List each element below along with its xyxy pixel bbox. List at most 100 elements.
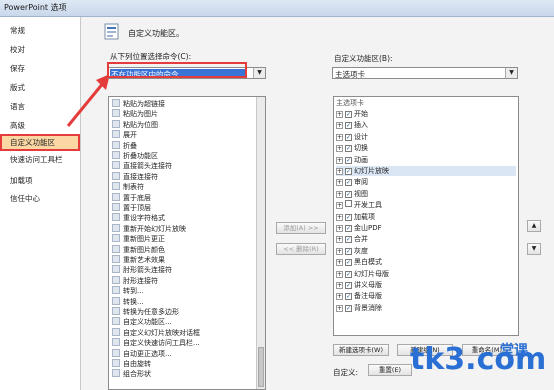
expand-icon[interactable]: + [336,122,343,130]
tree-item[interactable]: + ✓ 视图 [336,189,516,199]
tree-item[interactable]: + ✓ 灰度 [336,246,516,256]
list-item[interactable]: 粘贴为图片 [112,109,158,119]
expand-icon[interactable]: + [336,225,343,232]
checkbox[interactable]: ✓ [345,293,352,301]
expand-icon[interactable]: + [336,304,343,312]
checkbox[interactable]: ✓ [345,111,352,118]
chevron-down-icon[interactable]: ▼ [505,68,517,78]
scroll-thumb[interactable] [258,347,264,387]
tree-item[interactable]: + ✓ 备注母版 [336,291,516,301]
checkbox[interactable]: ✓ [345,168,352,175]
nav-item-proofing[interactable]: 校对 [0,41,80,59]
command-icon [112,223,120,232]
list-item[interactable]: 折叠功能区 [112,151,158,161]
expand-icon[interactable]: + [336,190,343,198]
checkbox[interactable] [345,200,352,208]
list-item[interactable]: 自定义功能区... [112,317,172,327]
list-item[interactable]: 折叠 [112,140,137,151]
checkbox[interactable]: ✓ [345,190,352,198]
checkbox[interactable]: ✓ [345,179,352,187]
tree-item[interactable]: + ✓ 切换 [336,143,516,153]
list-item[interactable]: 自定义快速访问工具栏... [112,338,200,348]
tree-item[interactable]: + 开发工具 [336,200,516,210]
list-item[interactable]: 自定义幻灯片放映对话框 [112,327,200,338]
tree-item[interactable]: + ✓ 金山PDF [336,223,516,233]
expand-icon[interactable]: + [336,202,343,210]
customize-ribbon-combo[interactable]: 主选项卡 ▼ [332,67,518,79]
commands-scrollbar[interactable] [256,97,265,389]
checkbox[interactable]: ✓ [345,270,352,278]
checkbox[interactable]: ✓ [345,304,352,312]
list-item[interactable]: 重新图片更正 [112,234,165,244]
remove-button[interactable]: << 删除(R) [276,243,326,255]
expand-icon[interactable]: + [336,111,343,118]
expand-icon[interactable]: + [336,282,343,289]
list-item[interactable]: 展开 [112,130,137,140]
list-item[interactable]: 自由旋转 [112,359,151,369]
expand-icon[interactable]: + [336,270,343,278]
checkbox[interactable]: ✓ [345,236,352,244]
list-item[interactable]: 转换... [112,296,144,307]
tree-item[interactable]: + ✓ 合并 [336,234,516,244]
list-item[interactable]: 组合形状 [112,369,151,379]
reset-button[interactable]: 重置(E) [368,364,412,376]
expand-icon[interactable]: + [336,168,343,175]
chevron-down-icon[interactable]: ▼ [253,68,265,78]
expand-icon[interactable]: + [336,179,343,187]
tree-item[interactable]: + ✓ 加载项 [336,212,516,222]
checkbox[interactable]: ✓ [345,145,352,153]
list-item[interactable]: 转到... [112,286,144,296]
move-up-button[interactable]: ▲ [527,220,541,232]
tree-item[interactable]: + ✓ 插入 [336,120,516,130]
list-item[interactable]: 重新图片颜色 [112,244,165,255]
checkbox[interactable]: ✓ [345,259,352,267]
list-item[interactable]: 粘贴为位图 [112,119,158,130]
commands-list[interactable]: 粘贴为超链接 粘贴为图片 粘贴为位图 展开 折叠 折叠功能区 直接箭头连接符 直接连接符 制表符… [108,96,266,390]
expand-icon[interactable]: + [336,156,343,164]
expand-icon[interactable]: + [336,247,343,255]
nav-item-general[interactable]: 常规 [0,22,80,40]
list-item[interactable]: 置于顶层 [112,203,151,213]
list-item[interactable]: 制表符 [112,182,144,192]
tree-item[interactable]: + ✓ 幻灯片母版 [336,269,516,279]
list-item[interactable]: 自动更正选项... [112,348,172,359]
list-item[interactable]: 直接箭头连接符 [112,161,172,171]
tree-item[interactable]: + ✓ 动画 [336,155,516,165]
list-item[interactable]: 肘形连接符 [112,275,158,286]
list-item[interactable]: 粘贴为超链接 [112,99,165,109]
tree-item[interactable]: + ✓ 背景消除 [336,303,516,313]
nav-item-quick-access[interactable]: 快速访问工具栏 [0,151,80,169]
checkbox[interactable]: ✓ [345,122,352,130]
expand-icon[interactable]: + [336,133,343,141]
ribbon-tree[interactable]: 主选项卡 + ✓ 开始 + ✓ 插入 + ✓ 设计 + ✓ 切换 + ✓ 动画 + ✓ 幻灯片放映 + ✓ 审阅 + ✓ 视图… [333,96,519,336]
expand-icon[interactable]: + [336,293,343,301]
list-item[interactable]: 重新开始幻灯片放映 [112,223,186,234]
list-item[interactable]: 重新艺术效果 [112,255,165,265]
add-button[interactable]: 添加(A) >> [276,222,326,234]
expand-icon[interactable]: + [336,236,343,244]
checkbox[interactable]: ✓ [345,156,352,164]
tree-item[interactable]: + ✓ 讲义母版 [336,280,516,290]
tree-item[interactable]: + ✓ 审阅 [336,177,516,187]
checkbox[interactable]: ✓ [345,133,352,141]
expand-icon[interactable]: + [336,259,343,267]
checkbox[interactable]: ✓ [345,247,352,255]
nav-item-trust-center[interactable]: 信任中心 [0,190,80,208]
expand-icon[interactable]: + [336,213,343,221]
checkbox[interactable]: ✓ [345,213,352,221]
tree-item[interactable]: + ✓ 设计 [336,132,516,142]
tree-item[interactable]: + ✓ 黑白模式 [336,257,516,267]
checkbox[interactable]: ✓ [345,282,352,289]
tree-item[interactable]: + ✓ 开始 [336,109,516,119]
list-item[interactable]: 转换为任意多边形 [112,307,179,317]
list-item[interactable]: 直接连接符 [112,171,158,182]
nav-item-addins[interactable]: 加载项 [0,172,80,190]
new-tab-button[interactable]: 新建选项卡(W) [333,344,389,356]
checkbox[interactable]: ✓ [345,225,352,232]
list-item[interactable]: 重设字符格式 [112,213,165,223]
move-down-button[interactable]: ▼ [527,243,541,255]
tree-item[interactable]: + ✓ 幻灯片放映 [336,166,516,176]
list-item[interactable]: 肘形箭头连接符 [112,265,172,275]
list-item[interactable]: 置于底层 [112,192,151,203]
expand-icon[interactable]: + [336,145,343,153]
